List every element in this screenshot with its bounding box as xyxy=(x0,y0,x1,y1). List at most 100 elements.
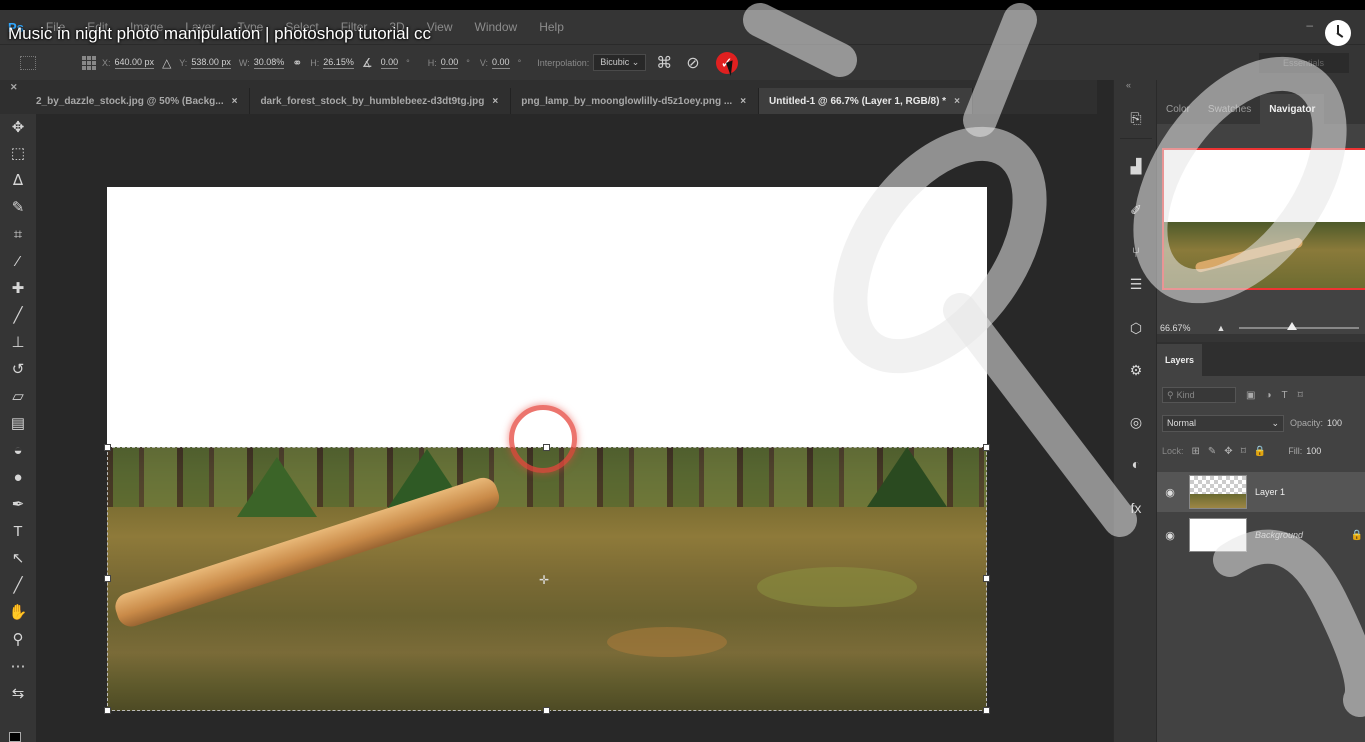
adjustment-filter-icon[interactable]: ◑ xyxy=(1265,390,1271,401)
eraser-icon[interactable]: ▱ xyxy=(0,383,36,409)
angle-field[interactable]: 0.00 xyxy=(380,57,399,69)
kind-filter[interactable]: ⚲ Kind xyxy=(1162,387,1236,403)
channels-icon[interactable]: ◎ xyxy=(1122,410,1150,434)
zoom-icon[interactable]: ⚲ xyxy=(0,626,36,652)
watch-later-icon[interactable] xyxy=(1325,20,1351,46)
transform-handle-left[interactable] xyxy=(104,575,111,582)
transform-handle-tl[interactable] xyxy=(104,444,111,451)
gradient-icon[interactable]: ▤ xyxy=(0,410,36,436)
tab-color[interactable]: Color xyxy=(1157,94,1199,124)
more-tools-icon[interactable]: ⋯ xyxy=(0,653,36,679)
commit-transform-button[interactable]: ✓ xyxy=(715,51,744,76)
brush-icon[interactable]: ╱ xyxy=(0,302,36,328)
x-field[interactable]: 640.00 px xyxy=(114,57,155,69)
close-icon[interactable]: × xyxy=(954,96,960,107)
transform-handle-tr[interactable] xyxy=(983,444,990,451)
history-brush-icon[interactable]: ↺ xyxy=(0,356,36,382)
close-panel-icon[interactable]: ✕ xyxy=(10,82,18,93)
lock-image-icon[interactable]: ✎ xyxy=(1208,446,1216,457)
width-field[interactable]: 30.08% xyxy=(253,57,285,69)
tab-swatches[interactable]: Swatches xyxy=(1199,94,1260,124)
zoom-slider-knob[interactable] xyxy=(1287,322,1298,330)
lock-artboard-icon[interactable]: ⌑ xyxy=(1241,446,1246,457)
collapse-icon[interactable]: « xyxy=(1126,80,1131,90)
history-icon[interactable]: ⎘ xyxy=(1122,106,1150,130)
interpolation-select[interactable]: Bicubic ⌄ xyxy=(593,54,647,71)
height-field[interactable]: 26.15% xyxy=(323,57,354,69)
y-field[interactable]: 538.00 px xyxy=(191,57,231,69)
tab-untitled-1[interactable]: Untitled-1 @ 66.7% (Layer 1, RGB/8) * × xyxy=(759,88,973,114)
fill-field[interactable]: 100 xyxy=(1306,446,1321,456)
canvas-area[interactable]: ✛ xyxy=(36,114,1097,742)
shape-filter-icon[interactable]: ⌑ xyxy=(1298,390,1303,401)
cancel-transform-icon[interactable]: ⊘ xyxy=(686,53,699,73)
hskew-field[interactable]: 0.00 xyxy=(440,57,459,69)
brush-settings-icon[interactable]: ✐ xyxy=(1122,198,1150,222)
layer-row-background[interactable]: ◉ Background 🔒 xyxy=(1157,515,1365,555)
transform-handle-right[interactable] xyxy=(983,575,990,582)
cursor-icon xyxy=(725,57,744,76)
minimize-icon[interactable]: – xyxy=(1306,18,1313,32)
warp-icon[interactable]: ⌘ xyxy=(656,53,672,73)
crop-icon[interactable]: ⌗ xyxy=(0,221,36,247)
quick-select-icon[interactable]: ✎ xyxy=(0,194,36,220)
properties-icon[interactable]: ⚙ xyxy=(1122,358,1150,382)
levels-icon[interactable]: ▟ xyxy=(1122,154,1150,178)
close-icon[interactable]: × xyxy=(740,96,746,107)
pen-icon[interactable]: ✒ xyxy=(0,491,36,517)
adjustments-icon[interactable]: ☰ xyxy=(1122,272,1150,296)
menu-help[interactable]: Help xyxy=(539,20,564,34)
zoom-value[interactable]: 66.67% xyxy=(1160,323,1191,333)
close-icon[interactable]: × xyxy=(232,96,238,107)
swap-colors-icon[interactable]: ⇆ xyxy=(0,680,36,706)
transform-handle-bl[interactable] xyxy=(104,707,111,714)
move-icon[interactable]: ✥ xyxy=(0,114,36,140)
eye-icon[interactable]: ◉ xyxy=(1157,529,1183,542)
eyedropper-icon[interactable]: ⁄ xyxy=(0,248,36,274)
paths-icon[interactable]: ⑂ xyxy=(1122,240,1150,264)
blur-icon[interactable]: ◒ xyxy=(0,437,36,463)
pixel-filter-icon[interactable]: ▣ xyxy=(1246,390,1255,401)
stamp-icon[interactable]: ⊥ xyxy=(0,329,36,355)
transform-handle-br[interactable] xyxy=(983,707,990,714)
y-label: Y: xyxy=(179,57,188,68)
zoom-slider[interactable] xyxy=(1239,322,1360,330)
workspace-select[interactable]: Essentials xyxy=(1259,53,1349,73)
transform-handle-bottom[interactable] xyxy=(543,707,550,714)
blend-mode-select[interactable]: Normal ⌄ xyxy=(1162,414,1284,432)
reference-point-icon[interactable] xyxy=(82,55,96,70)
foreground-color-swatch[interactable] xyxy=(9,732,21,742)
lasso-icon[interactable]: ᐃ xyxy=(0,167,36,193)
close-icon[interactable]: × xyxy=(492,96,498,107)
tab-layers[interactable]: Layers xyxy=(1157,344,1203,376)
fx-icon[interactable]: fx xyxy=(1122,496,1150,520)
line-icon[interactable]: ╱ xyxy=(0,572,36,598)
tab-navigator[interactable]: Navigator xyxy=(1260,94,1325,124)
type-icon[interactable]: T xyxy=(0,518,36,544)
eye-icon[interactable]: ◉ xyxy=(1157,486,1183,499)
menu-window[interactable]: Window xyxy=(475,20,518,34)
path-select-icon[interactable]: ↖ xyxy=(0,545,36,571)
link-icon[interactable]: ⚭ xyxy=(292,56,302,70)
vskew-label: V: xyxy=(479,57,489,68)
opacity-field[interactable]: 100 xyxy=(1327,418,1342,428)
vskew-field[interactable]: 0.00 xyxy=(492,57,510,69)
3d-icon[interactable]: ⬡ xyxy=(1122,316,1150,340)
tab-png-lamp[interactable]: png_lamp_by_moonglowlilly-d5z1oey.png ..… xyxy=(511,88,760,114)
layer-row-layer-1[interactable]: ◉ Layer 1 xyxy=(1157,472,1365,512)
lock-all-icon[interactable]: 🔒 xyxy=(1254,446,1266,457)
zoom-out-icon[interactable]: ▲ xyxy=(1217,323,1226,333)
type-filter-icon[interactable]: T xyxy=(1282,390,1288,401)
delta-icon[interactable]: △ xyxy=(162,56,171,70)
hand-icon[interactable]: ✋ xyxy=(0,599,36,625)
navigator-preview[interactable] xyxy=(1162,148,1365,290)
lock-position-icon[interactable]: ✥ xyxy=(1224,446,1232,457)
transform-center-icon[interactable]: ✛ xyxy=(539,573,549,587)
lock-transparent-icon[interactable]: ⊞ xyxy=(1192,446,1200,457)
styles-icon[interactable]: ◐ xyxy=(1122,452,1150,476)
marquee-icon[interactable]: ⬚ xyxy=(0,140,36,166)
healing-icon[interactable]: ✚ xyxy=(0,275,36,301)
tab-dazzle-stock[interactable]: 2_by_dazzle_stock.jpg @ 50% (Backg... × xyxy=(0,88,251,114)
tab-dark-forest[interactable]: dark_forest_stock_by_humblebeez-d3dt9tg.… xyxy=(250,88,512,114)
dodge-icon[interactable]: ● xyxy=(0,464,36,490)
